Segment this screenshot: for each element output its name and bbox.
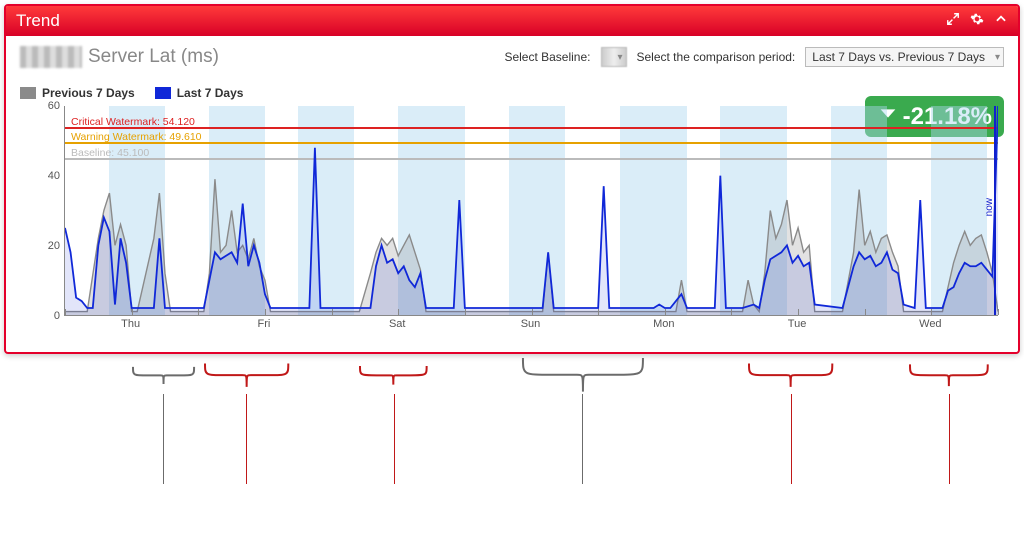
panel-title: Trend <box>16 11 946 31</box>
bracket <box>133 358 194 394</box>
x-label: Tue <box>788 318 807 330</box>
bracket <box>749 358 832 394</box>
panel-controls <box>946 11 1008 31</box>
chart-title-text: Server Lat (ms) <box>88 46 219 68</box>
now-label: now <box>984 198 995 216</box>
bracket <box>205 358 288 394</box>
legend-last-label: Last 7 Days <box>177 86 244 100</box>
period-label: Select the comparison period: <box>637 50 796 64</box>
legend-swatch-last <box>155 87 171 99</box>
bracket-leader <box>163 394 164 484</box>
collapse-icon[interactable] <box>994 11 1008 31</box>
chart-area: 0204060 Critical Watermark: 54.120Warnin… <box>64 106 998 336</box>
chart-title: Server Lat (ms) <box>20 46 219 68</box>
bracket-leader <box>791 394 792 484</box>
trend-panel: Trend Server Lat (ms) Select Baseline: <box>4 4 1020 354</box>
baseline-select[interactable] <box>601 50 627 64</box>
y-axis: 0204060 <box>30 106 60 316</box>
legend-swatch-previous <box>20 87 36 99</box>
x-label: Thu <box>121 318 140 330</box>
panel-header: Trend <box>6 6 1018 36</box>
redacted-text <box>20 46 82 68</box>
period-select[interactable]: Last 7 Days vs. Previous 7 Days <box>805 50 1004 64</box>
bracket-leader <box>949 394 950 484</box>
panel-body: Server Lat (ms) Select Baseline: Select … <box>6 36 1018 352</box>
baseline-label: Select Baseline: <box>504 50 590 64</box>
bracket <box>433 358 733 394</box>
period-select-value: Last 7 Days vs. Previous 7 Days <box>805 47 1004 67</box>
y-tick: 40 <box>48 170 60 182</box>
bracket <box>360 358 427 394</box>
bracket-leader <box>246 394 247 484</box>
legend-previous[interactable]: Previous 7 Days <box>20 86 135 100</box>
x-label: Wed <box>919 318 941 330</box>
gear-icon[interactable] <box>970 11 984 31</box>
chart-plot[interactable]: Critical Watermark: 54.120Warning Waterm… <box>64 106 998 316</box>
y-tick: 0 <box>54 310 60 322</box>
x-label: Mon <box>653 318 674 330</box>
bracket-leader <box>582 394 583 484</box>
bracket <box>910 358 988 394</box>
legend-previous-label: Previous 7 Days <box>42 86 135 100</box>
x-label: Sun <box>521 318 541 330</box>
x-label: Sat <box>389 318 406 330</box>
y-tick: 60 <box>48 100 60 112</box>
y-tick: 20 <box>48 240 60 252</box>
bracket-annotations <box>4 358 1020 498</box>
x-axis: Thu Fri Sat Sun Mon Tue Wed <box>64 318 998 336</box>
legend-last[interactable]: Last 7 Days <box>155 86 244 100</box>
bracket-leader <box>394 394 395 484</box>
x-label: Fri <box>258 318 271 330</box>
expand-icon[interactable] <box>946 11 960 31</box>
chart-legend: Previous 7 Days Last 7 Days <box>20 86 1004 100</box>
